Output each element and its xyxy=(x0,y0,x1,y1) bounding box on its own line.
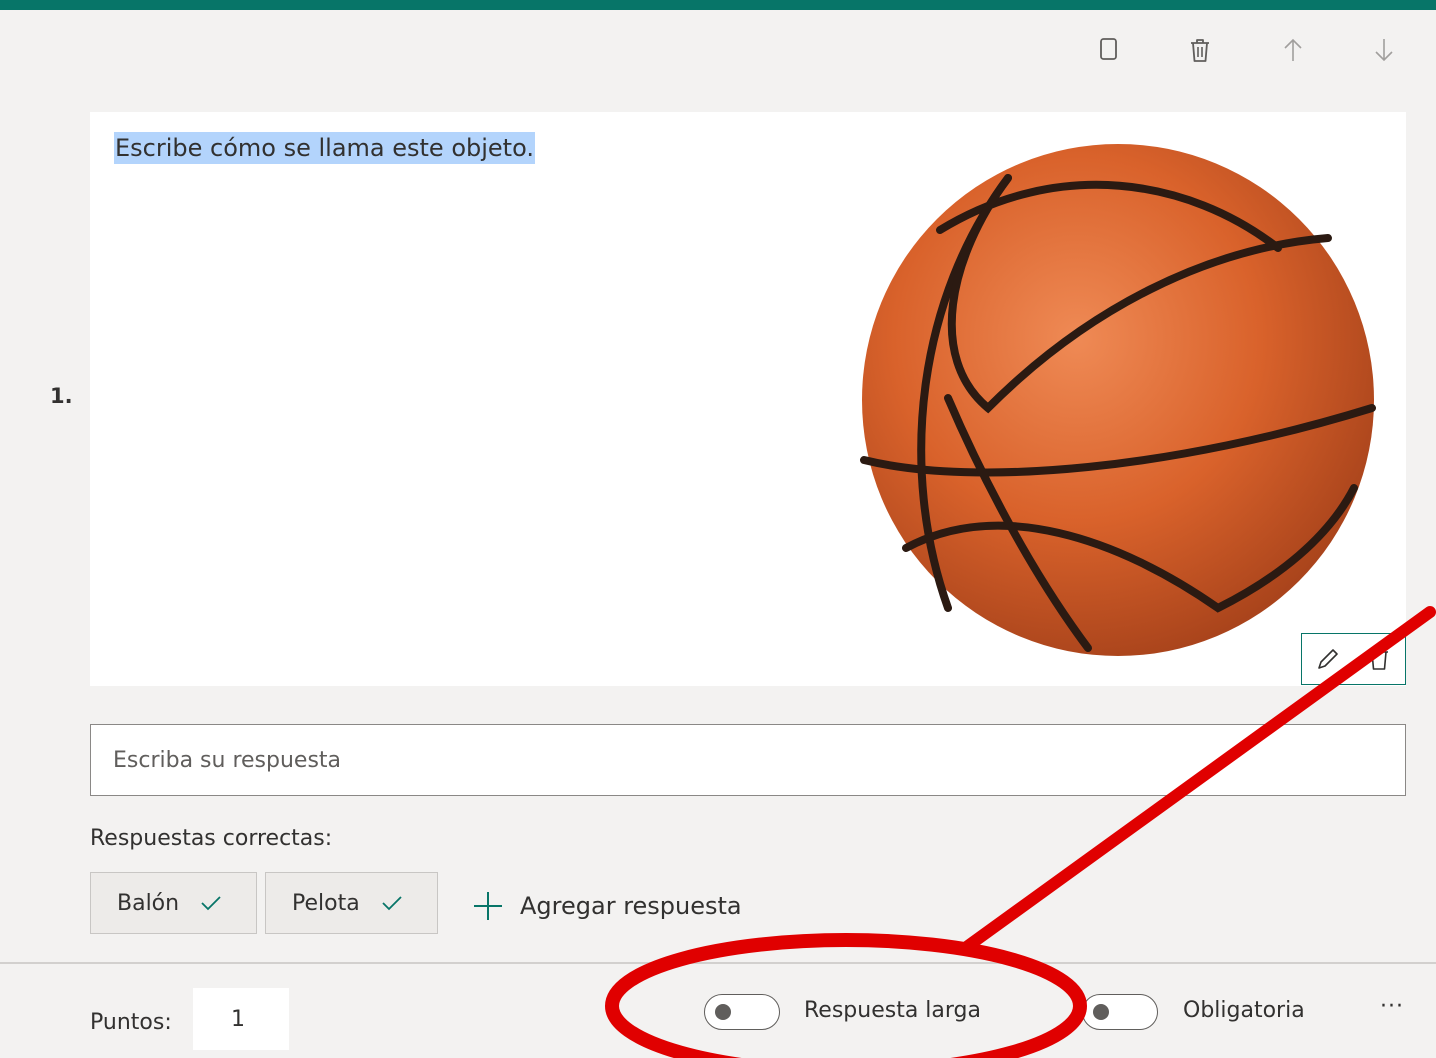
long-answer-toggle[interactable] xyxy=(704,994,780,1030)
move-down-icon[interactable] xyxy=(1364,30,1404,70)
copy-icon[interactable] xyxy=(1088,30,1128,70)
correct-answer-chip[interactable]: Balón xyxy=(90,872,257,934)
check-icon xyxy=(382,896,402,911)
delete-image-icon[interactable] xyxy=(1354,633,1406,685)
move-up-icon[interactable] xyxy=(1273,30,1313,70)
delete-icon[interactable] xyxy=(1180,30,1220,70)
answer-input[interactable] xyxy=(90,724,1406,796)
add-answer-button[interactable]: Agregar respuesta xyxy=(470,886,742,926)
top-accent-bar xyxy=(0,0,1436,10)
footer-divider xyxy=(0,962,1436,964)
toggle-knob xyxy=(715,1004,731,1020)
check-icon xyxy=(201,896,221,911)
image-actions xyxy=(1301,633,1406,685)
points-label: Puntos: xyxy=(90,1010,172,1035)
correct-answer-text: Balón xyxy=(117,890,180,916)
question-number: 1. xyxy=(50,384,73,408)
correct-answers-label: Respuestas correctas: xyxy=(90,826,333,851)
points-input[interactable] xyxy=(193,988,289,1050)
more-options-button[interactable]: ··· xyxy=(1372,994,1412,1028)
long-answer-label: Respuesta larga xyxy=(804,998,981,1023)
add-answer-label: Agregar respuesta xyxy=(520,892,742,920)
edit-icon[interactable] xyxy=(1302,633,1354,685)
plus-icon xyxy=(474,892,502,920)
correct-answer-chip[interactable]: Pelota xyxy=(265,872,438,934)
question-editor[interactable]: Escribe cómo se llama este objeto. xyxy=(90,112,1406,686)
basketball-image[interactable] xyxy=(858,138,1378,658)
toggle-knob xyxy=(1093,1004,1109,1020)
required-toggle[interactable] xyxy=(1082,994,1158,1030)
question-text[interactable]: Escribe cómo se llama este objeto. xyxy=(114,132,535,164)
required-label: Obligatoria xyxy=(1183,998,1305,1023)
correct-answer-text: Pelota xyxy=(292,890,360,916)
